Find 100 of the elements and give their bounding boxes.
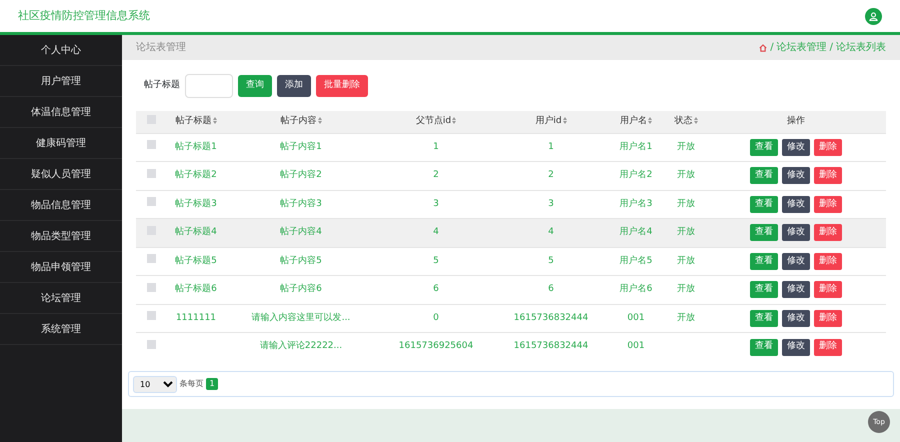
row-action-button[interactable]: 删除: [814, 281, 842, 298]
table-cell: 开放: [677, 142, 695, 152]
table-cell: 开放: [677, 227, 695, 237]
column-header[interactable]: 父节点id: [416, 116, 452, 126]
table-cell: 3: [548, 198, 554, 208]
sort-icon[interactable]: [212, 117, 216, 124]
column-header[interactable]: 用户id: [535, 116, 562, 126]
sidebar-item[interactable]: 用户管理: [0, 66, 122, 97]
sort-icon[interactable]: [694, 117, 698, 124]
table-cell: 1: [548, 142, 554, 152]
table-cell: 帖子内容6: [280, 284, 322, 294]
table-cell: 帖子标题2: [175, 170, 217, 180]
row-checkbox[interactable]: [146, 254, 156, 263]
column-header[interactable]: 帖子内容: [280, 116, 316, 126]
table-cell: 请输入评论22222...: [260, 341, 342, 352]
row-action-button[interactable]: 删除: [814, 167, 842, 184]
row-checkbox[interactable]: [146, 140, 156, 149]
row-checkbox[interactable]: [146, 311, 156, 320]
table-cell: 1: [433, 142, 439, 152]
table-cell: 0: [433, 312, 439, 322]
table-cell: 5: [433, 256, 439, 266]
row-action-button[interactable]: 修改: [782, 196, 810, 213]
table-cell: 用户名4: [620, 227, 652, 237]
table-cell: 6: [433, 284, 439, 294]
sidebar-item[interactable]: 体温信息管理: [0, 97, 122, 128]
table-cell: 帖子标题1: [175, 142, 217, 152]
table-cell: 帖子内容3: [280, 198, 322, 208]
sort-icon[interactable]: [648, 117, 652, 124]
row-action-button[interactable]: 删除: [814, 224, 842, 242]
toolbar-button[interactable]: 批量删除: [316, 75, 368, 97]
home-icon[interactable]: [759, 44, 768, 52]
table-cell: 2: [433, 170, 439, 180]
row-checkbox[interactable]: [146, 168, 156, 178]
table-cell: 请输入内容这里可以发...: [252, 312, 350, 322]
sort-icon[interactable]: [452, 117, 456, 124]
row-action-button[interactable]: 修改: [782, 281, 810, 298]
page-size-label: 条每页: [180, 378, 204, 390]
table-cell: 帖子内容1: [280, 142, 322, 152]
table-cell: 3: [433, 198, 439, 208]
table-cell: 用户名5: [620, 256, 652, 266]
table-cell: 帖子标题6: [175, 284, 217, 294]
table-cell: 5: [548, 256, 554, 266]
sidebar-item[interactable]: 物品信息管理: [0, 190, 122, 221]
table-cell: 2: [548, 170, 554, 180]
row-action-button[interactable]: 删除: [814, 252, 842, 270]
table-cell: 开放: [677, 170, 695, 180]
table-cell: 001: [627, 341, 645, 352]
table-cell: 用户名6: [620, 284, 652, 294]
breadcrumb-separator: /: [830, 41, 833, 55]
table-cell: 1111111: [176, 312, 216, 322]
table-cell: 用户名2: [620, 170, 652, 180]
row-action-button[interactable]: 修改: [782, 252, 810, 270]
row-checkbox[interactable]: [146, 197, 156, 206]
row-action-button[interactable]: 修改: [782, 310, 810, 327]
row-action-button[interactable]: 删除: [814, 196, 842, 213]
row-action-button[interactable]: 删除: [814, 138, 842, 156]
table-cell: 开放: [677, 198, 695, 208]
table-cell: 帖子标题3: [175, 198, 217, 208]
sidebar-item[interactable]: 论坛管理: [0, 283, 122, 314]
row-action-button[interactable]: 删除: [814, 310, 842, 327]
page-title: 论坛表管理: [136, 40, 186, 55]
table-cell: 1615736925604: [398, 341, 474, 352]
sidebar-item[interactable]: 物品申领管理: [0, 252, 122, 283]
table-cell: 6: [548, 284, 554, 294]
table-cell: 帖子标题4: [175, 227, 217, 237]
table-cell: 001: [627, 312, 645, 322]
table-cell: 开放: [677, 256, 695, 266]
row-action-button[interactable]: 修改: [782, 138, 810, 156]
search-label: 帖子标题: [144, 79, 180, 92]
row-action-button[interactable]: 修改: [782, 338, 810, 356]
toolbar-button[interactable]: 添加: [277, 75, 311, 97]
row-checkbox[interactable]: [146, 340, 156, 349]
sort-icon[interactable]: [562, 117, 567, 124]
sidebar-item[interactable]: 疑似人员管理: [0, 159, 122, 190]
breadcrumb-separator: /: [770, 41, 774, 55]
row-action-button[interactable]: 删除: [814, 338, 842, 356]
sidebar-item[interactable]: 系统管理: [0, 314, 122, 345]
search-field[interactable]: [185, 74, 233, 98]
table-cell: 帖子标题5: [175, 256, 217, 266]
table-cell: 帖子内容5: [280, 256, 322, 266]
table-cell: 开放: [677, 312, 695, 322]
table-cell: 用户名3: [620, 198, 652, 208]
table-cell: 帖子内容2: [280, 170, 322, 180]
sidebar-item[interactable]: 物品类型管理: [0, 221, 122, 252]
row-action-button[interactable]: 修改: [782, 167, 810, 184]
row-action-button[interactable]: 修改: [782, 224, 810, 242]
page-size-select[interactable]: 10: [133, 376, 177, 392]
table-cell: 4: [433, 227, 439, 237]
sidebar-item[interactable]: 健康码管理: [0, 128, 122, 159]
table-cell: 1615736832444: [514, 312, 588, 322]
sort-icon[interactable]: [318, 117, 322, 124]
table-cell: 4: [548, 227, 554, 237]
table-cell: 开放: [677, 284, 695, 294]
table-cell: 帖子内容4: [280, 227, 322, 237]
table-cell: 1615736832444: [514, 341, 588, 352]
row-checkbox[interactable]: [146, 282, 156, 292]
table-cell: 用户名1: [620, 142, 652, 152]
column-header: 操作: [787, 116, 805, 126]
app-title: 社区疫情防控管理信息系统: [18, 8, 150, 24]
user-avatar-icon[interactable]: [865, 8, 882, 24]
